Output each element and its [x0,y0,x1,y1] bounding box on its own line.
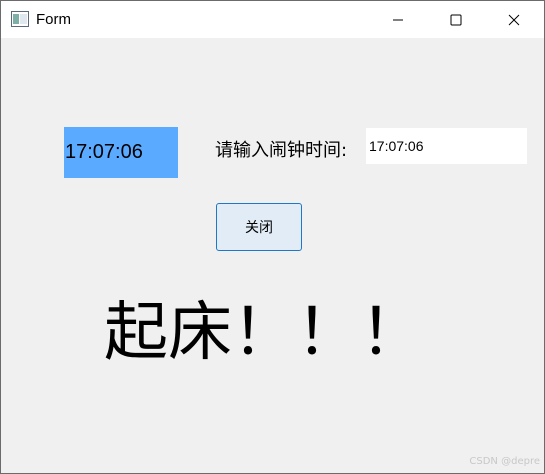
watermark: CSDN @depre [469,456,540,467]
form-window: Form 17:07:06 请输入闹钟时间: 关闭 起床！！！ CSDN @de… [0,0,545,474]
close-icon [508,14,520,26]
close-button[interactable]: 关闭 [216,203,302,251]
alarm-time-input[interactable] [366,128,527,164]
minimize-button[interactable] [375,1,421,38]
maximize-button[interactable] [433,1,479,38]
current-time-label: 17:07:06 [64,127,178,178]
alarm-time-prompt: 请输入闹钟时间: [215,140,348,161]
minimize-icon [392,14,404,26]
app-window-icon [11,11,29,27]
wake-up-message: 起床！！！ [104,296,424,370]
title-bar[interactable]: Form [1,1,544,38]
close-window-button[interactable] [491,1,537,38]
maximize-icon [450,14,462,26]
window-title: Form [36,11,71,28]
